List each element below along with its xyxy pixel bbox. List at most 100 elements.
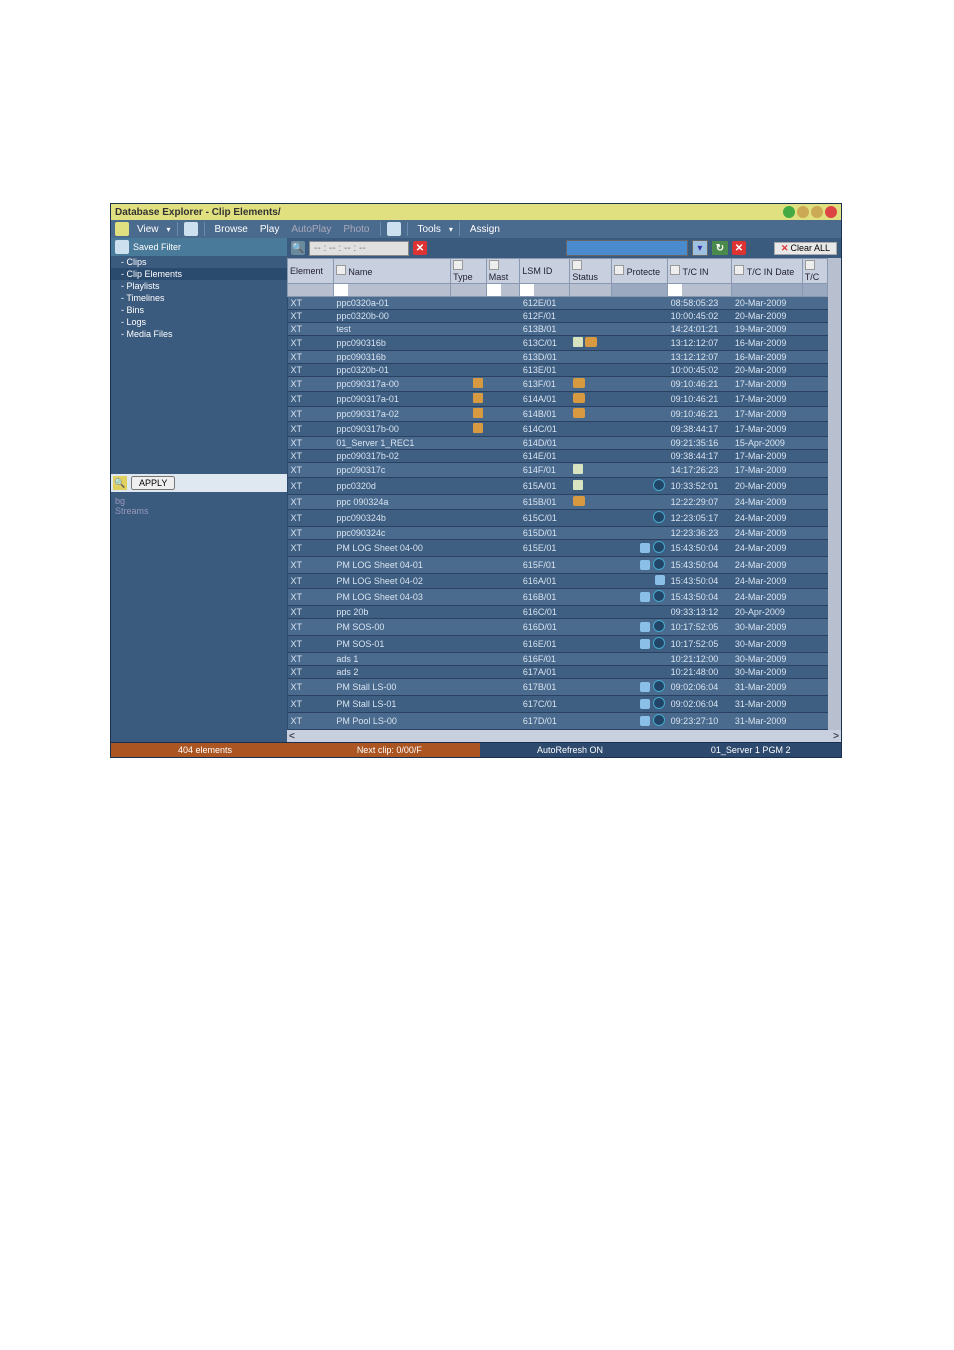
table-row[interactable]: XTPM LOG Sheet 04-01615F/01 15:43:50:042… [288,557,828,574]
table-row[interactable]: XTads 1616F/01 10:21:12:0030-Mar-2009 [288,653,828,666]
protected-icon [653,680,665,692]
tree-timelines[interactable]: - Timelines [111,292,287,304]
col-protected[interactable]: Protecte [612,259,668,284]
table-row[interactable]: XTPM Pool LS-00617D/01 09:23:27:1031-Mar… [288,713,828,730]
table-row[interactable]: XTPM SOS-00616D/01 10:17:52:0530-Mar-200… [288,619,828,636]
search-icon[interactable]: 🔍 [113,476,127,490]
search-icon[interactable]: 🔍 [291,241,305,255]
table-row[interactable]: XTPM Stall LS-00617B/01 09:02:06:0431-Ma… [288,679,828,696]
cell-tcin: 15:43:50:04 [668,557,732,574]
horizontal-scrollbar[interactable]: < > [287,730,841,742]
go-button[interactable]: ↻ [712,241,728,255]
tree-clip-elements[interactable]: - Clip Elements [111,268,287,280]
main-toolbar: View▾ Browse Play AutoPlay Photo Tools▾ … [111,220,841,238]
autoplay-tab[interactable]: AutoPlay [287,223,335,236]
table-row[interactable]: XT01_Server 1_REC1614D/01 09:21:35:1615-… [288,437,828,450]
cell-tc [802,653,828,666]
filter-dropdown[interactable] [566,240,688,256]
tree-media-files[interactable]: - Media Files [111,328,287,340]
cell-tcin: 09:33:13:12 [668,606,732,619]
cell-tcin: 10:21:12:00 [668,653,732,666]
table-row[interactable]: XTppc0320d615A/01 10:33:52:0120-Mar-2009 [288,478,828,495]
refresh-icon[interactable] [783,206,795,218]
timecode-search-input[interactable] [309,241,409,256]
cell-status [570,450,612,463]
filter-mast-input[interactable] [487,284,501,296]
col-tc-in-date[interactable]: T/C IN Date [732,259,802,284]
table-row[interactable]: XTppc090324b615C/01 12:23:05:1724-Mar-20… [288,510,828,527]
protected-icon [640,639,650,649]
tree-bins[interactable]: - Bins [111,304,287,316]
col-type[interactable]: Type [451,259,487,284]
col-status[interactable]: Status [570,259,612,284]
table-row[interactable]: XTppc0320a-01612E/01 08:58:05:2320-Mar-2… [288,297,828,310]
tree-clips[interactable]: - Clips [111,256,287,268]
col-element[interactable]: Element [288,259,334,284]
cell-tc [802,336,828,351]
table-row[interactable]: XTppc090317a-02614B/01 09:10:46:2117-Mar… [288,407,828,422]
table-row[interactable]: XTppc090317b-00614C/01 09:38:44:1717-Mar… [288,422,828,437]
table-row[interactable]: XTppc 20b616C/01 09:33:13:1220-Apr-2009 [288,606,828,619]
clear-filter-button[interactable]: ✕ [732,241,746,255]
col-name[interactable]: Name [333,259,450,284]
filter-lsm-input[interactable] [520,284,534,296]
tree-logs[interactable]: - Logs [111,316,287,328]
apply-button[interactable]: APPLY [131,476,175,490]
cell-tc [802,478,828,495]
col-lsm-id[interactable]: LSM ID [520,259,570,284]
tools-menu[interactable]: Tools [414,223,445,236]
view-menu[interactable]: View [133,223,163,236]
cell-mast [486,478,520,495]
play-tab[interactable]: Play [256,223,283,236]
close-icon[interactable] [825,206,837,218]
clear-search-button[interactable]: ✕ [413,241,427,255]
home-icon[interactable] [115,222,129,236]
vertical-scrollbar[interactable] [828,258,841,730]
table-row[interactable]: XTPM LOG Sheet 04-02616A/01 15:43:50:042… [288,574,828,589]
table-row[interactable]: XTppc090317a-00613F/01 09:10:46:2117-Mar… [288,377,828,392]
cell-tc [802,619,828,636]
col-mast[interactable]: Mast [486,259,520,284]
col-tc-in[interactable]: T/C IN [668,259,732,284]
cell-date: 30-Mar-2009 [732,619,802,636]
table-row[interactable]: XTPM LOG Sheet 04-03616B/01 15:43:50:042… [288,589,828,606]
cell-name: ppc0320d [333,478,450,495]
minimize-icon[interactable] [797,206,809,218]
table-row[interactable]: XTPM LOG Sheet 04-00615E/01 15:43:50:042… [288,540,828,557]
table-row[interactable]: XTppc090324c615D/01 12:23:36:2324-Mar-20… [288,527,828,540]
table-row[interactable]: XTtest613B/01 14:24:01:2119-Mar-2009 [288,323,828,336]
tools-icon[interactable] [387,222,401,236]
saved-filter-header[interactable]: Saved Filter [111,238,287,256]
col-tc[interactable]: T/C [802,259,828,284]
cell-status [570,392,612,407]
cell-status [570,310,612,323]
table-row[interactable]: XTppc090317c614F/01 14:17:26:2317-Mar-20… [288,463,828,478]
table-row[interactable]: XTppc0320b-00612F/01 10:00:45:0220-Mar-2… [288,310,828,323]
table-row[interactable]: XTads 2617A/01 10:21:48:0030-Mar-2009 [288,666,828,679]
scroll-left-icon[interactable]: < [289,731,295,742]
table-row[interactable]: XTPM Stall LS-01617C/01 09:02:06:0431-Ma… [288,696,828,713]
tree-playlists[interactable]: - Playlists [111,280,287,292]
table-row[interactable]: XTppc 090324a615B/01 12:22:29:0724-Mar-2… [288,495,828,510]
cell-mast [486,407,520,422]
filter-name-input[interactable] [334,284,348,296]
maximize-icon[interactable] [811,206,823,218]
scroll-right-icon[interactable]: > [833,731,839,742]
table-row[interactable]: XTppc090317a-01614A/01 09:10:46:2117-Mar… [288,392,828,407]
table-row[interactable]: XTppc0320b-01613E/01 10:00:45:0220-Mar-2… [288,364,828,377]
refresh-icon[interactable] [184,222,198,236]
dropdown-arrow-icon[interactable]: ▾ [692,240,708,256]
browse-tab[interactable]: Browse [211,223,252,236]
cell-date: 24-Mar-2009 [732,540,802,557]
table-row[interactable]: XTppc090316b613D/01 13:12:12:0716-Mar-20… [288,351,828,364]
filter-tcin-input[interactable] [668,284,682,296]
assign-menu[interactable]: Assign [466,223,504,236]
clear-all-button[interactable]: ✕Clear ALL [774,242,837,255]
cell-date: 20-Mar-2009 [732,310,802,323]
table-row[interactable]: XTPM SOS-01616E/01 10:17:52:0530-Mar-200… [288,636,828,653]
table-row[interactable]: XTppc090316b613C/01 13:12:12:0716-Mar-20… [288,336,828,351]
cell-mast [486,557,520,574]
cell-date: 31-Mar-2009 [732,679,802,696]
table-row[interactable]: XTppc090317b-02614E/01 09:38:44:1717-Mar… [288,450,828,463]
photo-tab[interactable]: Photo [339,223,373,236]
